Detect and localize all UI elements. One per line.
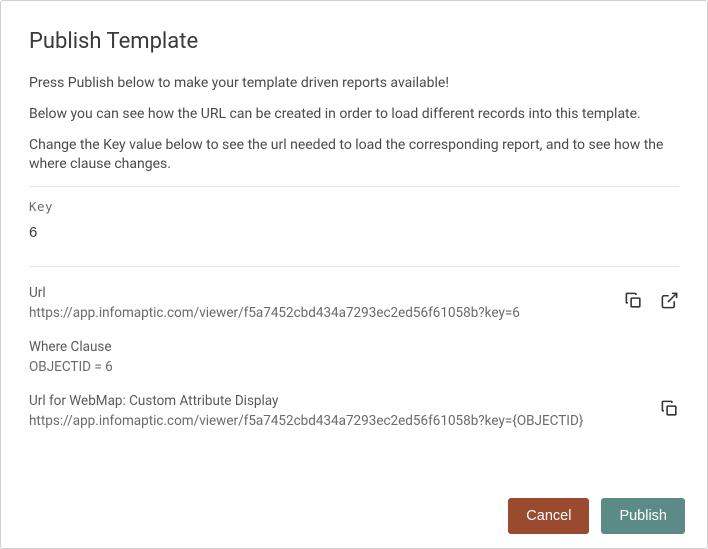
intro-line-1: Press Publish below to make your templat…	[29, 74, 679, 93]
intro-line-3: Change the Key value below to see the ur…	[29, 136, 679, 174]
divider	[29, 186, 679, 187]
divider	[29, 266, 679, 267]
where-clause-group: Where Clause OBJECTID = 6	[29, 339, 679, 375]
modal-footer: Cancel Publish	[508, 498, 685, 534]
webmap-url-group: Url for WebMap: Custom Attribute Display…	[29, 393, 679, 429]
copy-icon	[660, 399, 679, 422]
key-label: Key	[29, 199, 679, 214]
open-external-icon	[660, 291, 679, 314]
copy-webmap-url-button[interactable]	[659, 401, 679, 421]
copy-url-button[interactable]	[623, 293, 643, 313]
publish-template-modal: Publish Template Press Publish below to …	[0, 0, 708, 549]
url-actions	[623, 293, 679, 313]
copy-icon	[624, 291, 643, 314]
cancel-button[interactable]: Cancel	[508, 498, 589, 534]
webmap-url-actions	[659, 401, 679, 421]
url-label: Url	[29, 285, 679, 301]
where-clause-label: Where Clause	[29, 339, 679, 355]
url-value: https://app.infomaptic.com/viewer/f5a745…	[29, 305, 679, 321]
open-url-button[interactable]	[659, 293, 679, 313]
key-input[interactable]	[29, 222, 679, 256]
intro-text: Press Publish below to make your templat…	[29, 74, 679, 174]
url-group: Url https://app.infomaptic.com/viewer/f5…	[29, 285, 679, 321]
key-section: Key	[29, 199, 679, 256]
where-clause-value: OBJECTID = 6	[29, 359, 679, 375]
webmap-url-value: https://app.infomaptic.com/viewer/f5a745…	[29, 413, 679, 429]
intro-line-2: Below you can see how the URL can be cre…	[29, 105, 679, 124]
publish-button[interactable]: Publish	[601, 498, 685, 534]
modal-title: Publish Template	[29, 29, 679, 54]
webmap-url-label: Url for WebMap: Custom Attribute Display	[29, 393, 679, 409]
